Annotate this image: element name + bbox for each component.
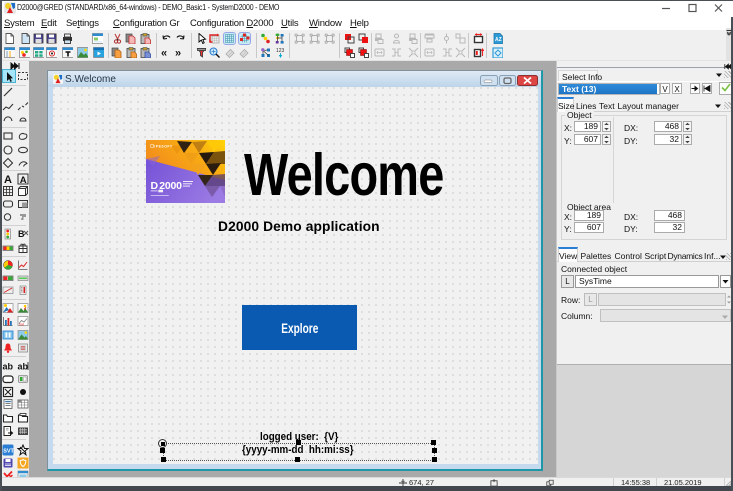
svg-text:«: «: [161, 48, 167, 59]
svg-text:AZ: AZ: [495, 37, 502, 43]
svg-text:bar: bar: [19, 323, 25, 327]
svg-text:IPESOFT: IPESOFT: [154, 145, 173, 149]
svg-text:»: »: [175, 48, 181, 59]
svg-text:B: B: [18, 229, 25, 239]
svg-text:ab: ab: [18, 362, 29, 372]
svg-text:ab: ab: [3, 362, 14, 372]
svg-text:SVT: SVT: [3, 449, 14, 455]
